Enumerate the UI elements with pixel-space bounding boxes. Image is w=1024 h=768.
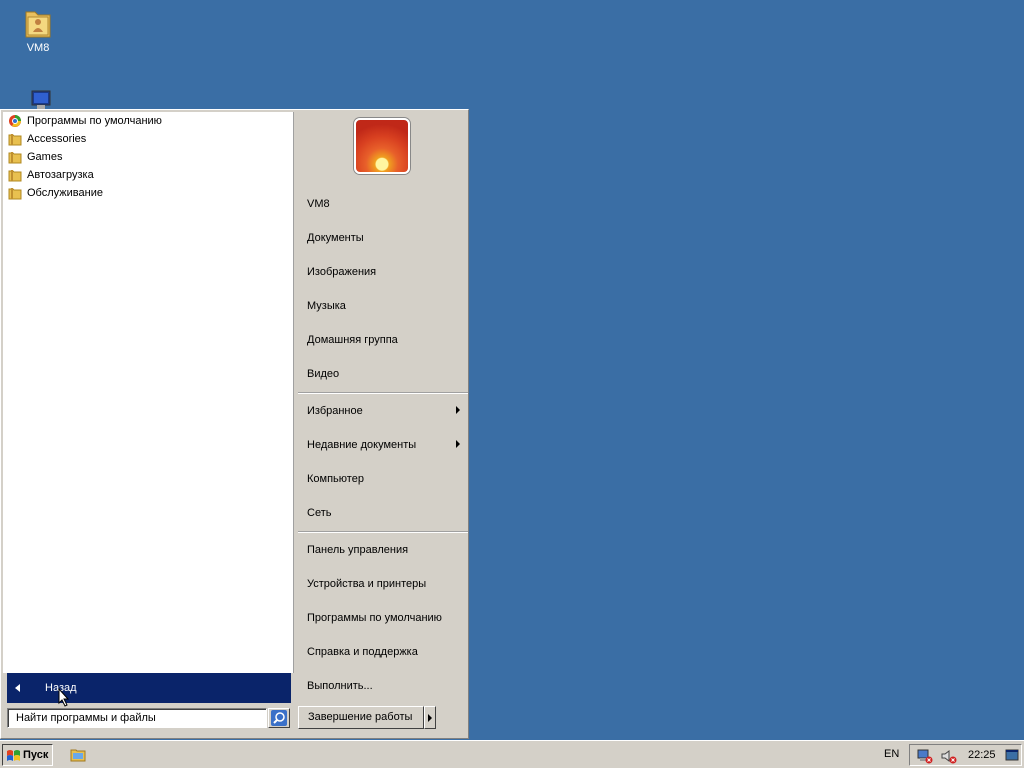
menu-item-user-folder[interactable]: VM8: [307, 198, 330, 210]
start-label: Пуск: [23, 749, 49, 761]
folder-icon: [8, 188, 22, 200]
taskbar: Пуск EN 22:25: [0, 740, 1024, 768]
program-item-accessories[interactable]: Accessories: [3, 130, 293, 148]
submenu-arrow-icon: [456, 440, 460, 448]
shutdown-options-button[interactable]: [424, 706, 436, 729]
shutdown-button[interactable]: Завершение работы: [298, 706, 424, 729]
program-item-default-programs[interactable]: Программы по умолчанию: [3, 112, 293, 130]
back-button[interactable]: Назад: [7, 673, 291, 703]
program-item-label: Обслуживание: [27, 187, 103, 199]
program-item-games[interactable]: Games: [3, 148, 293, 166]
menu-item-recent-documents[interactable]: Недавние документы: [307, 439, 416, 451]
desktop-icon-vm8[interactable]: VM8: [8, 6, 68, 54]
menu-item-documents[interactable]: Документы: [307, 232, 364, 244]
menu-item-computer[interactable]: Компьютер: [307, 473, 364, 485]
start-button[interactable]: Пуск: [2, 744, 53, 766]
program-item-label: Accessories: [27, 133, 87, 145]
back-arrow-icon: [15, 684, 20, 692]
search-button[interactable]: [268, 708, 290, 728]
network-icon[interactable]: [916, 748, 934, 764]
menu-item-homegroup[interactable]: Домашняя группа: [307, 334, 398, 346]
start-menu: Программы по умолчанию Accessories Games…: [0, 109, 469, 739]
default-programs-icon: [9, 115, 21, 127]
separator: [298, 392, 468, 394]
folder-icon: [8, 170, 22, 182]
search-input[interactable]: Найти программы и файлы: [7, 708, 267, 728]
program-item-maintenance[interactable]: Обслуживание: [3, 184, 293, 202]
program-item-label: Программы по умолчанию: [27, 115, 162, 127]
language-indicator[interactable]: EN: [884, 748, 899, 760]
folder-icon: [8, 134, 22, 146]
places-pane: VM8 Документы Изображения Музыка Домашня…: [294, 110, 468, 740]
volume-muted-icon[interactable]: [940, 748, 958, 764]
menu-item-help-support[interactable]: Справка и поддержка: [307, 646, 418, 658]
menu-item-music[interactable]: Музыка: [307, 300, 346, 312]
menu-item-video[interactable]: Видео: [307, 368, 339, 380]
menu-item-network[interactable]: Сеть: [307, 507, 331, 519]
program-item-startup[interactable]: Автозагрузка: [3, 166, 293, 184]
show-desktop-icon[interactable]: [1005, 748, 1019, 762]
search-icon: [271, 710, 287, 726]
menu-item-control-panel[interactable]: Панель управления: [307, 544, 408, 556]
menu-item-default-programs[interactable]: Программы по умолчанию: [307, 612, 442, 624]
menu-item-favorites[interactable]: Избранное: [307, 405, 363, 417]
folder-icon: [8, 152, 22, 164]
separator: [298, 531, 468, 533]
system-tray: 22:25: [909, 744, 1022, 766]
windows-logo-icon: [7, 750, 20, 761]
computer-icon: [31, 90, 51, 109]
mouse-cursor-icon: [58, 688, 70, 707]
user-picture[interactable]: [354, 118, 410, 174]
desktop-icon-label: VM8: [26, 42, 50, 54]
submenu-arrow-icon: [456, 406, 460, 414]
menu-item-devices-printers[interactable]: Устройства и принтеры: [307, 578, 426, 590]
menu-item-pictures[interactable]: Изображения: [307, 266, 376, 278]
program-item-label: Автозагрузка: [27, 169, 94, 181]
menu-item-run[interactable]: Выполнить...: [307, 680, 373, 692]
windows-explorer-icon[interactable]: [70, 747, 86, 762]
program-item-label: Games: [27, 151, 63, 163]
clock[interactable]: 22:25: [968, 749, 996, 761]
programs-pane: Программы по умолчанию Accessories Games…: [3, 112, 294, 673]
user-folder-icon: [25, 11, 51, 38]
